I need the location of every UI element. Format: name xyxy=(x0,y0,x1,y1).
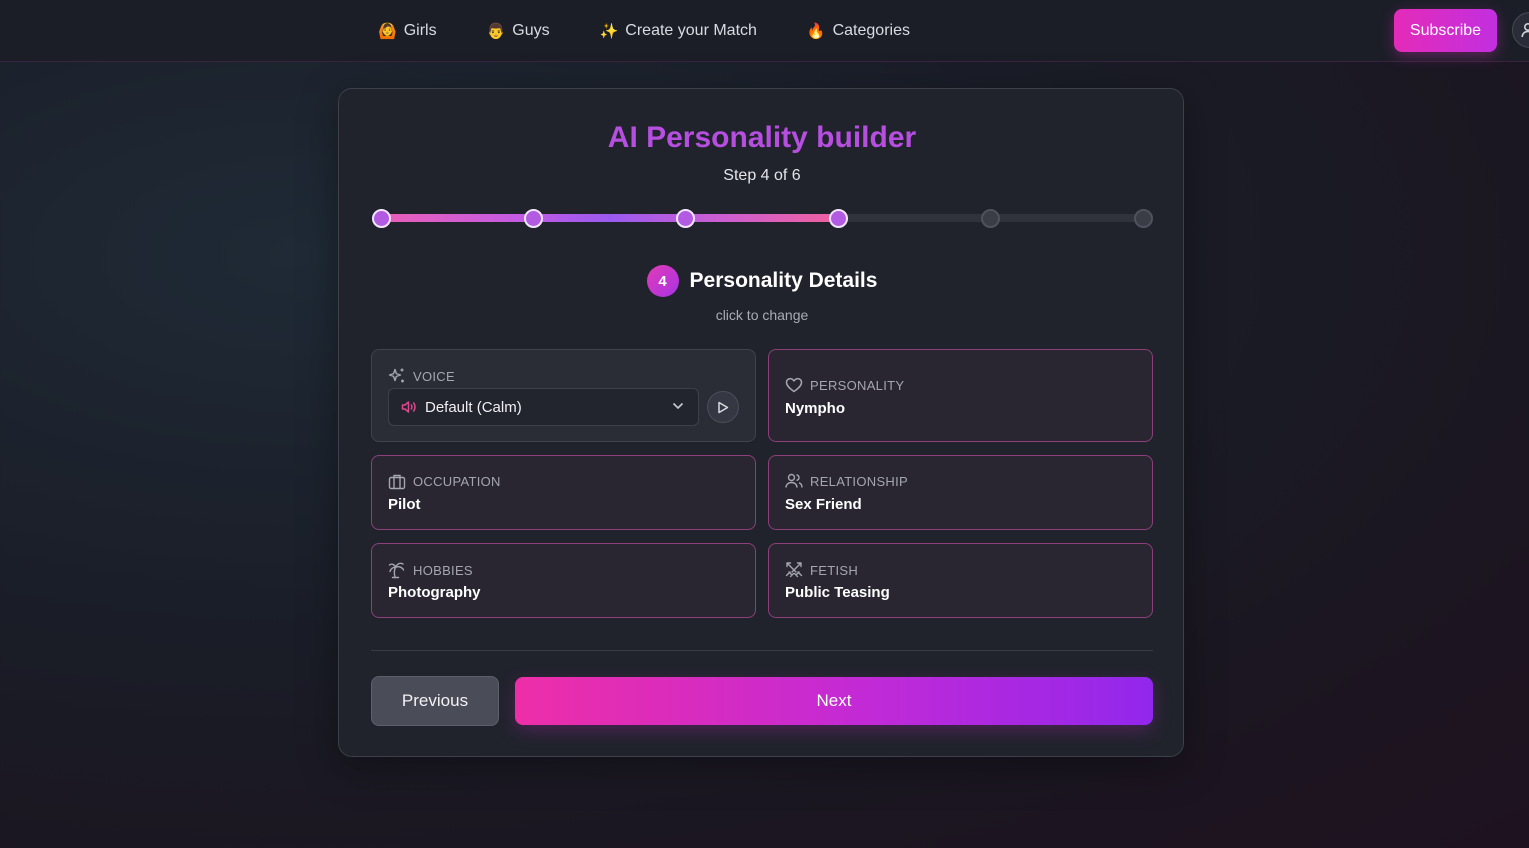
speaker-icon xyxy=(401,401,416,413)
field-label: PERSONALITY xyxy=(785,377,904,393)
user-avatar-button[interactable] xyxy=(1512,12,1529,48)
top-nav-bar: 🙆 Girls 👨 Guys ✨ Create your Match 🔥 Cat… xyxy=(0,0,1529,62)
play-icon xyxy=(718,401,729,413)
field-label: VOICE xyxy=(388,367,455,385)
hobbies-field[interactable]: HOBBIES Photography xyxy=(371,543,756,618)
progress-step-dot-2 xyxy=(523,209,543,228)
progress-fill xyxy=(381,214,839,222)
divider xyxy=(371,650,1153,651)
nav-item-create-match[interactable]: ✨ Create your Match xyxy=(600,22,757,40)
step-progress-bar xyxy=(371,208,1153,230)
progress-step-dot-3 xyxy=(676,209,696,228)
voice-selected-value: Default (Calm) xyxy=(425,398,522,416)
nav-item-label: Categories xyxy=(832,22,910,39)
occupation-value: Pilot xyxy=(388,496,421,513)
hobbies-label: HOBBIES xyxy=(413,562,473,578)
progress-step-dot-1 xyxy=(371,209,391,228)
relationship-field[interactable]: RELATIONSHIP Sex Friend xyxy=(768,455,1153,530)
fetish-field[interactable]: FETISH Public Teasing xyxy=(768,543,1153,618)
field-label: OCCUPATION xyxy=(388,473,501,490)
voice-select[interactable]: Default (Calm) xyxy=(388,388,699,426)
sparkles-icon xyxy=(388,368,404,383)
previous-button[interactable]: Previous xyxy=(371,676,499,726)
briefcase-icon xyxy=(388,474,406,490)
voice-play-button[interactable] xyxy=(707,391,739,423)
section-header: 4 Personality Details xyxy=(339,265,1185,297)
sparkles-emoji-icon: ✨ xyxy=(599,22,619,40)
field-label: RELATIONSHIP xyxy=(785,473,908,489)
crossed-swords-icon xyxy=(785,562,803,578)
nav-item-guys[interactable]: 👨 Guys xyxy=(487,22,550,40)
nav-item-label: Guys xyxy=(512,22,550,39)
voice-field: VOICE Default (Calm) xyxy=(371,349,756,442)
progress-step-dot-6 xyxy=(1133,209,1153,228)
guy-emoji-icon: 👨 xyxy=(486,22,506,40)
step-indicator-text: Step 4 of 6 xyxy=(723,167,801,184)
section-title: Personality Details xyxy=(689,269,878,292)
progress-step-dot-4 xyxy=(828,209,848,228)
nav-item-girls[interactable]: 🙆 Girls xyxy=(378,22,437,40)
subscribe-button[interactable]: Subscribe xyxy=(1394,9,1497,52)
fire-emoji-icon: 🔥 xyxy=(806,22,826,40)
voice-label: VOICE xyxy=(413,368,455,384)
personality-field[interactable]: PERSONALITY Nympho xyxy=(768,349,1153,442)
heart-icon xyxy=(785,377,803,393)
girl-emoji-icon: 🙆 xyxy=(378,22,397,40)
nav-item-label: Create your Match xyxy=(625,22,757,39)
main-nav: 🙆 Girls 👨 Guys ✨ Create your Match 🔥 Cat… xyxy=(378,0,960,62)
section-step-badge: 4 xyxy=(646,265,679,297)
fetish-label: FETISH xyxy=(810,562,859,578)
nav-item-label: Girls xyxy=(403,22,437,39)
progress-step-dot-5 xyxy=(981,209,1001,228)
palm-tree-icon xyxy=(388,562,405,579)
field-label: FETISH xyxy=(785,561,858,579)
occupation-field[interactable]: OCCUPATION Pilot xyxy=(371,455,756,530)
relationship-value: Sex Friend xyxy=(785,496,862,513)
chevron-down-icon xyxy=(672,402,684,410)
personality-label: PERSONALITY xyxy=(810,377,905,393)
relationship-label: RELATIONSHIP xyxy=(810,473,908,489)
personality-builder-card: AI Personality builder Step 4 of 6 4 Per… xyxy=(338,88,1184,757)
users-icon xyxy=(785,473,803,488)
page-title: AI Personality builder xyxy=(607,121,917,154)
personality-value: Nympho xyxy=(785,400,845,417)
user-icon xyxy=(1521,23,1529,38)
hobbies-value: Photography xyxy=(388,584,481,601)
field-label: HOBBIES xyxy=(388,561,473,579)
occupation-label: OCCUPATION xyxy=(413,474,501,489)
nav-item-categories[interactable]: 🔥 Categories xyxy=(807,22,910,40)
section-hint: click to change xyxy=(715,307,809,323)
next-button[interactable]: Next xyxy=(515,677,1153,725)
fetish-value: Public Teasing xyxy=(785,584,890,601)
